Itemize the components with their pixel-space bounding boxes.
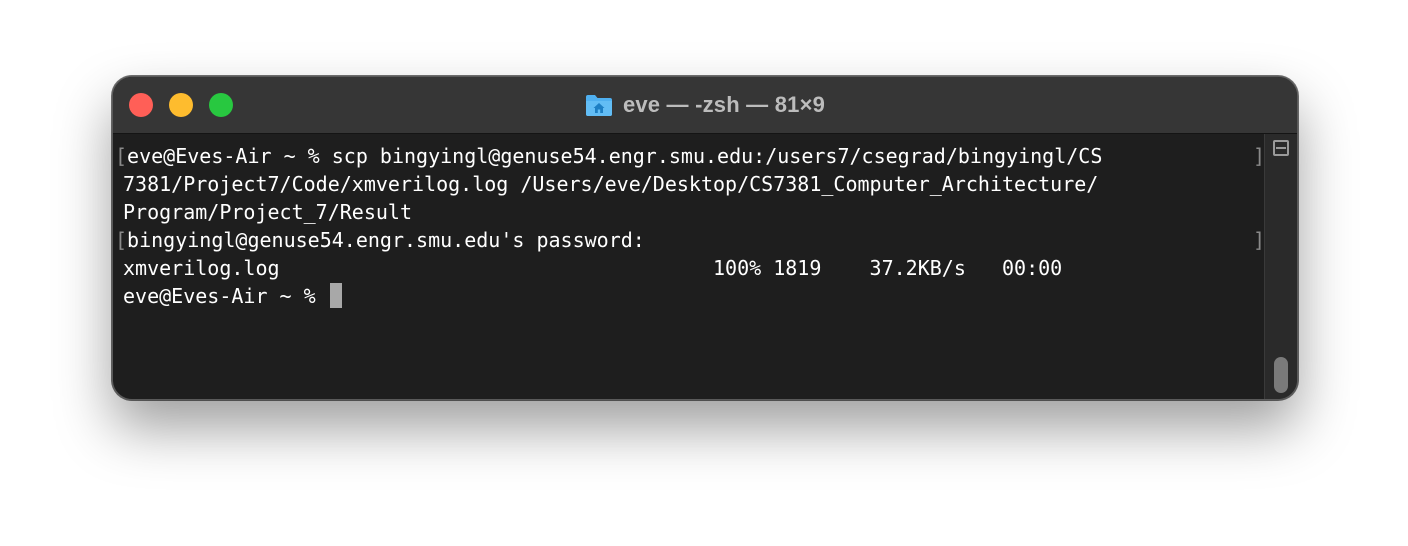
title-group: eve — -zsh — 81×9 [113, 90, 1297, 120]
split-pane-icon[interactable] [1273, 140, 1289, 156]
vertical-scrollbar[interactable] [1264, 134, 1297, 399]
text-cursor [329, 283, 342, 308]
terminal-line: 7381/Project7/Code/xmverilog.log /Users/… [123, 172, 1099, 196]
terminal-line: [bingyingl@genuse54.engr.smu.edu's passw… [115, 228, 645, 252]
prompt-text: eve@Eves-Air ~ % [123, 284, 328, 308]
terminal-output[interactable]: [eve@Eves-Air ~ % scp bingyingl@genuse54… [113, 134, 1265, 399]
home-folder-icon [585, 95, 612, 116]
terminal-line-text: bingyingl@genuse54.engr.smu.edu's passwo… [127, 228, 645, 252]
title-bar[interactable]: eve — -zsh — 81×9 [113, 77, 1297, 134]
window-title: eve — -zsh — 81×9 [622, 92, 826, 117]
terminal-line: Program/Project_7/Result [123, 200, 412, 224]
terminal-prompt-line[interactable]: eve@Eves-Air ~ % [123, 282, 342, 310]
scrollbar-thumb[interactable] [1274, 357, 1288, 393]
terminal-line: xmverilog.log 100% 1819 37.2KB/s 00:00 [123, 256, 1063, 280]
terminal-line: [eve@Eves-Air ~ % scp bingyingl@genuse54… [115, 144, 1103, 168]
terminal-line-text: eve@Eves-Air ~ % scp bingyingl@genuse54.… [127, 144, 1103, 168]
terminal-window: eve — -zsh — 81×9 [eve@Eves-Air ~ % scp … [112, 76, 1298, 400]
